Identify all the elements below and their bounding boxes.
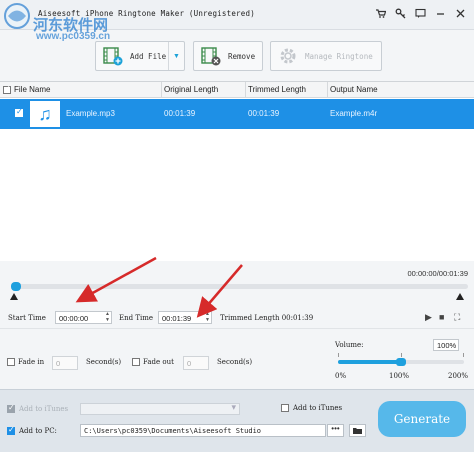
annotation-arrow-end (196, 264, 243, 318)
fade-in-input[interactable]: 0 (52, 356, 78, 370)
fade-in-unit: Second(s) (86, 358, 122, 366)
fade-in-checkbox[interactable] (7, 358, 15, 366)
add-to-itunes-top-checkbox (7, 403, 15, 413)
fade-in-label: Fade in (18, 358, 45, 366)
volume-knob[interactable] (396, 358, 406, 366)
fade-out-checkbox[interactable] (132, 358, 140, 366)
volume-mid-label: 100% (389, 372, 410, 380)
fade-out-input[interactable]: 0 (183, 356, 209, 370)
itunes-device-select (80, 402, 240, 415)
annotation-arrow-start (75, 256, 157, 303)
effects-panel: Fade in 0 Second(s) Fade out 0 Second(s)… (0, 328, 474, 388)
add-to-itunes-checkbox[interactable] (281, 404, 289, 412)
volume-min-label: 0% (335, 372, 347, 380)
folder-icon (353, 428, 362, 434)
volume-fill (338, 360, 401, 364)
volume-label: Volume: (335, 341, 364, 349)
fade-out-label: Fade out (143, 358, 174, 366)
volume-max-label: 200% (448, 372, 469, 380)
volume-slider[interactable] (338, 358, 464, 366)
fade-out-unit: Second(s) (217, 358, 253, 366)
add-to-pc-checkbox[interactable] (7, 425, 15, 435)
add-to-itunes-top-label: Add to iTunes (19, 405, 69, 413)
output-path-field[interactable]: C:\Users\pc0359\Documents\Aiseesoft Stud… (80, 424, 326, 437)
browse-button[interactable]: ••• (327, 424, 344, 437)
output-panel: Add to iTunes Add to iTunes Add to PC: C… (0, 389, 474, 452)
generate-button[interactable]: Generate (378, 401, 466, 437)
add-to-pc-label: Add to PC: (19, 427, 57, 435)
open-folder-button[interactable] (349, 424, 366, 437)
volume-value-field[interactable]: 100% (433, 339, 459, 351)
add-to-itunes-label: Add to iTunes (293, 404, 343, 412)
